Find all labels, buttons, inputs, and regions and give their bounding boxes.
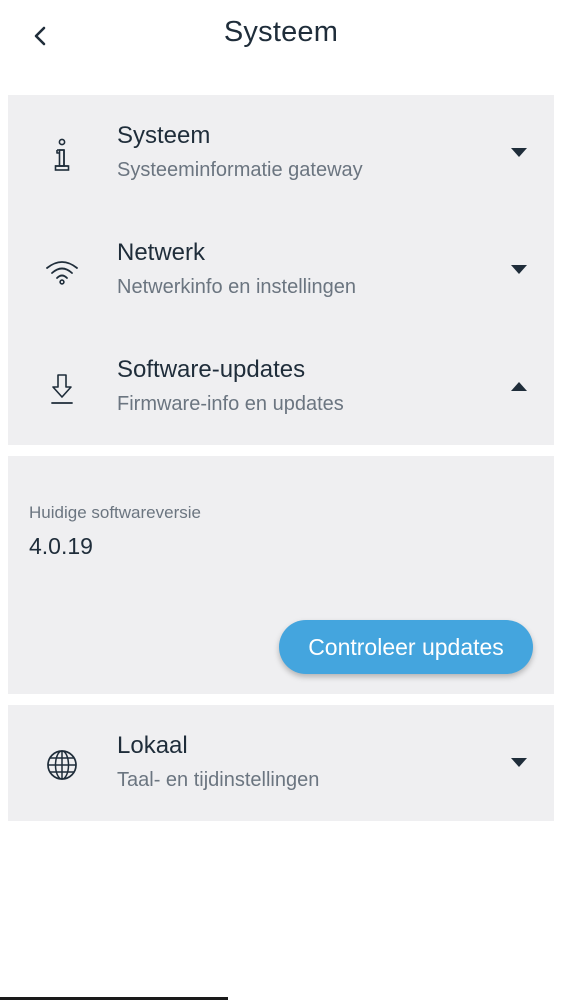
software-update-panel: Huidige softwareversie 4.0.19 Controleer… <box>8 456 554 694</box>
section-subtitle: Systeeminformatie gateway <box>117 159 363 181</box>
page-title: Systeem <box>223 16 339 48</box>
app-header: Systeem <box>0 0 562 80</box>
settings-card-group: Lokaal Taal- en tijdinstellingen <box>8 705 554 821</box>
caret-down-icon <box>511 758 527 767</box>
info-icon <box>42 135 82 175</box>
section-row-software-updates[interactable]: Software-updates Firmware-info en update… <box>8 329 554 446</box>
section-row-systeem[interactable]: Systeem Systeeminformatie gateway <box>8 95 554 212</box>
download-icon <box>42 369 82 409</box>
section-row-lokaal[interactable]: Lokaal Taal- en tijdinstellingen <box>8 705 554 821</box>
caret-down-icon <box>511 265 527 274</box>
section-row-netwerk[interactable]: Netwerk Netwerkinfo en instellingen <box>8 212 554 329</box>
check-updates-button[interactable]: Controleer updates <box>279 620 533 674</box>
section-title: Netwerk <box>117 239 206 266</box>
globe-icon <box>42 745 82 785</box>
caret-down-icon <box>511 148 527 157</box>
section-title: Systeem <box>117 122 211 149</box>
section-subtitle: Firmware-info en updates <box>117 393 344 415</box>
caret-up-icon <box>511 382 527 391</box>
software-version-label: Huidige softwareversie <box>29 503 201 522</box>
section-title: Lokaal <box>117 732 188 759</box>
software-version-value: 4.0.19 <box>29 533 93 559</box>
section-subtitle: Netwerkinfo en instellingen <box>117 276 357 298</box>
section-subtitle: Taal- en tijdinstellingen <box>117 769 320 791</box>
settings-card-group: Systeem Systeeminformatie gateway Netwer… <box>8 95 554 445</box>
wifi-icon <box>42 252 82 292</box>
section-title: Software-updates <box>117 356 306 383</box>
